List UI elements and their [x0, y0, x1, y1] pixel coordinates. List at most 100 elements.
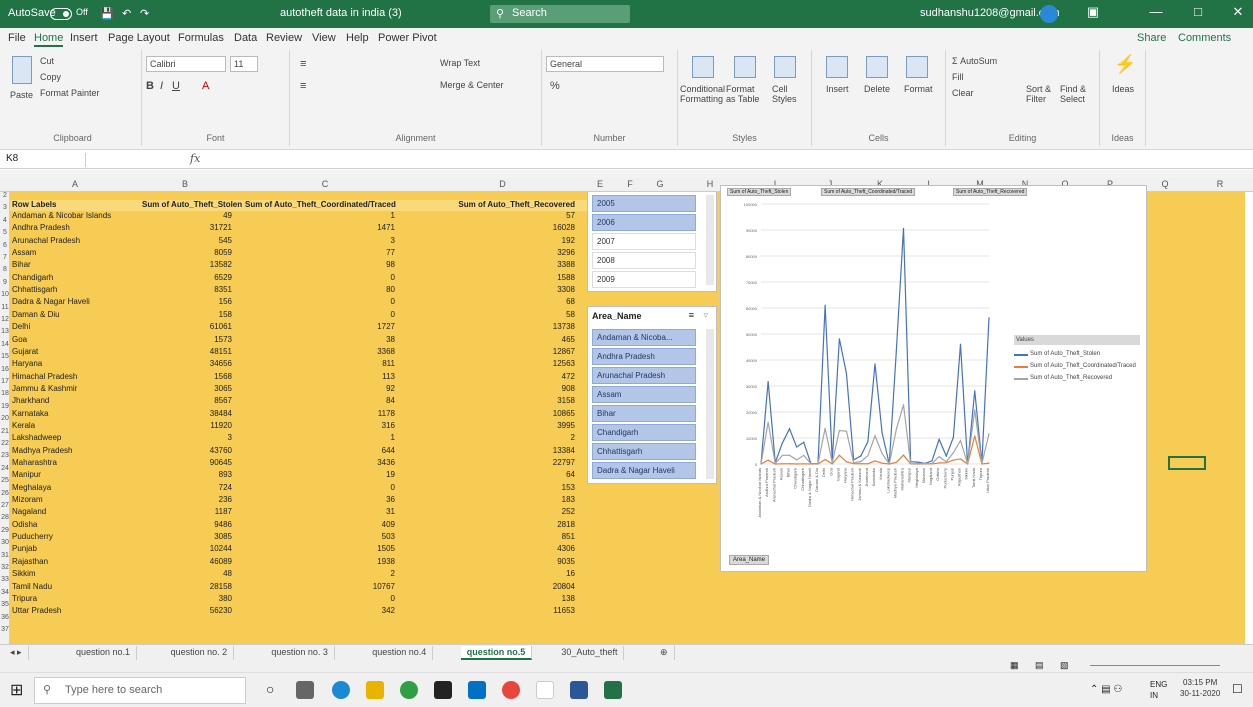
- pivot-cell[interactable]: Jharkhand: [12, 396, 142, 407]
- tab-insert[interactable]: Insert: [70, 32, 98, 44]
- format-as-table-icon[interactable]: [734, 56, 756, 78]
- pivot-cell[interactable]: 43760: [142, 446, 232, 457]
- pivot-cell[interactable]: 6529: [142, 273, 232, 284]
- pivot-cell[interactable]: 56230: [142, 606, 232, 617]
- pivot-cell[interactable]: 0: [245, 594, 395, 605]
- row-header[interactable]: 25: [0, 477, 10, 484]
- pivot-cell[interactable]: 811: [245, 359, 395, 370]
- pivot-cell[interactable]: 1938: [245, 557, 395, 568]
- pivot-cell[interactable]: Odisha: [12, 520, 142, 531]
- pivot-cell[interactable]: 3388: [400, 260, 575, 271]
- pivot-cell[interactable]: Bihar: [12, 260, 142, 271]
- pivot-cell[interactable]: 3436: [245, 458, 395, 469]
- pivot-cell[interactable]: 3065: [142, 384, 232, 395]
- bold-button[interactable]: B: [146, 80, 154, 92]
- pivot-cell[interactable]: 192: [400, 236, 575, 247]
- align-top-icon[interactable]: ≡: [300, 58, 306, 70]
- pivot-cell[interactable]: 61061: [142, 322, 232, 333]
- pivot-cell[interactable]: 644: [245, 446, 395, 457]
- pivot-cell[interactable]: 1187: [142, 507, 232, 518]
- row-header[interactable]: 2: [0, 192, 10, 199]
- pivot-cell[interactable]: Himachal Pradesh: [12, 372, 142, 383]
- row-header[interactable]: 8: [0, 266, 10, 273]
- pivot-cell[interactable]: 31: [245, 507, 395, 518]
- pivot-cell[interactable]: 98: [245, 260, 395, 271]
- row-header[interactable]: 12: [0, 316, 10, 323]
- row-header[interactable]: 33: [0, 576, 10, 583]
- area-slicer-item[interactable]: Dadra & Nagar Haveli: [592, 462, 696, 479]
- row-header[interactable]: 22: [0, 440, 10, 447]
- tab-view[interactable]: View: [312, 32, 336, 44]
- merge-center-button[interactable]: Merge & Center: [440, 80, 504, 90]
- pivot-cell[interactable]: 3158: [400, 396, 575, 407]
- font-family-select[interactable]: Calibri: [146, 56, 226, 72]
- tab-home[interactable]: Home: [34, 32, 64, 47]
- wrap-text-button[interactable]: Wrap Text: [440, 58, 480, 68]
- pivot-cell[interactable]: 36: [245, 495, 395, 506]
- pivot-cell[interactable]: 0: [245, 310, 395, 321]
- pivot-cell[interactable]: 77: [245, 248, 395, 259]
- column-header[interactable]: A: [10, 179, 140, 189]
- avatar[interactable]: [1040, 5, 1058, 23]
- row-header[interactable]: 13: [0, 328, 10, 335]
- undo-icon[interactable]: ↶: [122, 7, 131, 20]
- sheet-tab[interactable]: question no.1: [70, 646, 138, 660]
- taskbar-search[interactable]: ⚲ Type here to search: [34, 677, 246, 704]
- column-header[interactable]: G: [645, 179, 675, 189]
- pivot-cell[interactable]: 236: [142, 495, 232, 506]
- area-slicer-item[interactable]: Arunachal Pradesh: [592, 367, 696, 384]
- chrome-icon[interactable]: [502, 681, 520, 699]
- excel-icon[interactable]: [604, 681, 622, 699]
- pivot-cell[interactable]: Tripura: [12, 594, 142, 605]
- pivot-cell[interactable]: Chhattisgarh: [12, 285, 142, 296]
- row-header[interactable]: 26: [0, 490, 10, 497]
- pivot-cell[interactable]: 2: [400, 433, 575, 444]
- clear-button[interactable]: Clear: [952, 88, 974, 98]
- conditional-formatting-button[interactable]: Conditional Formatting: [680, 84, 725, 104]
- minimize-icon[interactable]: —: [1146, 4, 1166, 19]
- pivot-cell[interactable]: 10244: [142, 544, 232, 555]
- underline-button[interactable]: U: [172, 80, 180, 92]
- pivot-cell[interactable]: 2818: [400, 520, 575, 531]
- row-header[interactable]: 4: [0, 217, 10, 224]
- pivot-cell[interactable]: Manipur: [12, 470, 142, 481]
- pivot-cell[interactable]: 0: [245, 297, 395, 308]
- save-icon[interactable]: 💾: [100, 7, 114, 20]
- column-header[interactable]: C: [230, 179, 420, 189]
- pivot-cell[interactable]: Arunachal Pradesh: [12, 236, 142, 247]
- pivot-cell[interactable]: 183: [400, 495, 575, 506]
- insert-cells-icon[interactable]: [826, 56, 848, 78]
- pivot-cell[interactable]: 3085: [142, 532, 232, 543]
- pivot-cell[interactable]: 1568: [142, 372, 232, 383]
- tab-help[interactable]: Help: [346, 32, 369, 44]
- cortana-icon[interactable]: ○: [266, 681, 284, 699]
- word-icon[interactable]: [570, 681, 588, 699]
- pivot-cell[interactable]: Andhra Pradesh: [12, 223, 142, 234]
- notifications-icon[interactable]: ☐: [1232, 682, 1243, 696]
- pivot-chart[interactable]: Sum of Auto_Theft_Stolen Sum of Auto_Thef…: [720, 185, 1147, 572]
- store-icon[interactable]: [434, 681, 452, 699]
- row-header[interactable]: 24: [0, 465, 10, 472]
- sort-filter-button[interactable]: Sort & Filter: [1026, 84, 1058, 104]
- pivot-cell[interactable]: Gujarat: [12, 347, 142, 358]
- pivot-cell[interactable]: Nagaland: [12, 507, 142, 518]
- pivot-cell[interactable]: 2: [245, 569, 395, 580]
- pivot-cell[interactable]: Tamil Nadu: [12, 582, 142, 593]
- pivot-header-recovered[interactable]: Sum of Auto_Theft_Recovered: [400, 200, 575, 211]
- pivot-cell[interactable]: 38: [245, 335, 395, 346]
- row-header[interactable]: 7: [0, 254, 10, 261]
- pivot-cell[interactable]: 11653: [400, 606, 575, 617]
- pivot-cell[interactable]: 8567: [142, 396, 232, 407]
- pivot-cell[interactable]: Rajasthan: [12, 557, 142, 568]
- area-slicer-item[interactable]: Bihar: [592, 405, 696, 422]
- row-header[interactable]: 16: [0, 366, 10, 373]
- zoom-slider[interactable]: [1090, 665, 1220, 666]
- pivot-cell[interactable]: 16028: [400, 223, 575, 234]
- row-header[interactable]: 10: [0, 291, 10, 298]
- row-header[interactable]: 6: [0, 242, 10, 249]
- sheet-tab[interactable]: question no.5: [460, 646, 533, 660]
- sheet-nav-arrows[interactable]: ◂ ▸: [4, 646, 29, 660]
- row-header[interactable]: 18: [0, 390, 10, 397]
- row-header[interactable]: 3: [0, 204, 10, 211]
- comments-button[interactable]: Comments: [1178, 32, 1231, 44]
